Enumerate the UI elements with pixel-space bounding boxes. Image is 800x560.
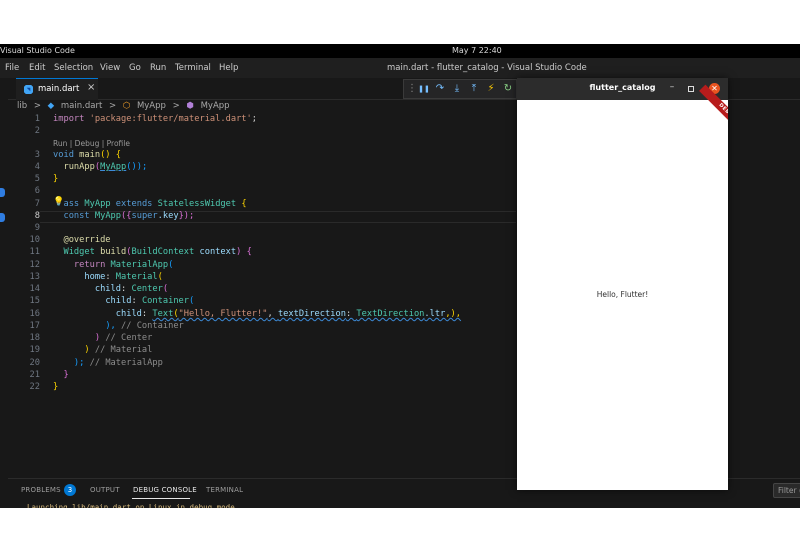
- line-number: 2: [34, 126, 40, 136]
- constructor-icon: ⬢: [186, 101, 194, 111]
- code-line[interactable]: @override: [53, 235, 110, 245]
- activity-indicator[interactable]: [0, 188, 5, 197]
- menu-bar: File Edit Selection View Go Run Terminal…: [0, 58, 800, 78]
- code-line[interactable]: }: [53, 382, 58, 392]
- hot-restart-icon[interactable]: ↻: [502, 83, 514, 94]
- chevron-right-icon: >: [108, 101, 117, 111]
- tab-debug-console[interactable]: DEBUG CONSOLE: [133, 486, 197, 494]
- chevron-right-icon: >: [172, 101, 180, 111]
- menu-selection[interactable]: Selection: [54, 63, 93, 73]
- class-icon: ⬡: [122, 101, 131, 111]
- app-content: DEBUG Hello, Flutter!: [517, 84, 728, 490]
- grip-icon[interactable]: ⋮: [406, 83, 418, 94]
- flutter-app-window[interactable]: flutter_catalog – ✕ DEBUG Hello, Flutter…: [517, 78, 728, 490]
- code-line[interactable]: }: [53, 174, 58, 184]
- step-out-icon[interactable]: ⤒: [468, 83, 480, 94]
- line-number: 11: [29, 247, 40, 257]
- line-number: 9: [34, 223, 40, 233]
- code-line[interactable]: ) // Material: [53, 345, 152, 355]
- codelens-run-debug[interactable]: Run | Debug | Profile: [53, 139, 130, 148]
- line-number: 8: [34, 211, 40, 221]
- maximize-icon[interactable]: [688, 86, 694, 92]
- line-number: 4: [34, 162, 40, 172]
- line-number: 20: [29, 358, 40, 368]
- line-number: 19: [29, 345, 40, 355]
- line-number: 15: [29, 296, 40, 306]
- tab-output[interactable]: OUTPUT: [90, 486, 120, 494]
- breadcrumb-lib[interactable]: lib: [17, 101, 27, 111]
- pause-icon[interactable]: ❚❚: [418, 85, 430, 93]
- menu-run[interactable]: Run: [150, 63, 166, 73]
- hot-reload-icon[interactable]: ⚡: [485, 83, 497, 94]
- menu-go[interactable]: Go: [129, 63, 141, 73]
- line-number: 16: [29, 309, 40, 319]
- dart-file-icon: ◆: [47, 101, 55, 111]
- line-number: 18: [29, 333, 40, 343]
- line-number: 22: [29, 382, 40, 392]
- line-number: 17: [29, 321, 40, 331]
- code-line[interactable]: runApp(MyApp());: [53, 162, 147, 172]
- breadcrumb-file[interactable]: main.dart: [61, 101, 102, 111]
- hello-text: Hello, Flutter!: [596, 290, 649, 299]
- code-line[interactable]: ass MyApp extends StatelessWidget {: [53, 199, 246, 209]
- chevron-right-icon: >: [33, 101, 41, 111]
- step-into-icon[interactable]: ⤓: [451, 83, 463, 94]
- code-line[interactable]: child: Container(: [53, 296, 194, 306]
- code-line[interactable]: ); // MaterialApp: [53, 358, 163, 368]
- line-number: 10: [29, 235, 40, 245]
- tab-problems[interactable]: PROBLEMS: [21, 486, 61, 494]
- page-background: [0, 508, 800, 560]
- code-line[interactable]: import 'package:flutter/material.dart';: [53, 114, 257, 124]
- filter-placeholder: Filter (e.g. text, !exclude): [778, 486, 800, 495]
- menu-file[interactable]: File: [5, 63, 19, 73]
- line-number: 13: [29, 272, 40, 282]
- code-line[interactable]: home: Material(: [53, 272, 162, 282]
- line-number: 21: [29, 370, 40, 380]
- active-tab-indicator: [132, 498, 190, 499]
- system-top-bar: Visual Studio Code May 7 22:40: [0, 44, 800, 58]
- line-number: 5: [34, 174, 40, 184]
- menu-edit[interactable]: Edit: [29, 63, 45, 73]
- dart-file-icon: [24, 85, 33, 94]
- window-title: main.dart - flutter_catalog - Visual Stu…: [387, 63, 587, 73]
- code-line[interactable]: ), // Container: [53, 321, 183, 331]
- window-titlebar[interactable]: flutter_catalog – ✕: [517, 78, 728, 100]
- breadcrumb-class[interactable]: MyApp: [137, 101, 166, 111]
- active-app-name[interactable]: Visual Studio Code: [0, 46, 75, 55]
- menu-view[interactable]: View: [100, 63, 120, 73]
- line-number: 7: [34, 199, 40, 209]
- code-line[interactable]: const MyApp({super.key});: [53, 211, 194, 221]
- breadcrumb-constructor[interactable]: MyApp: [201, 101, 230, 111]
- line-number: 12: [29, 260, 40, 270]
- problems-count-badge: 3: [64, 484, 76, 496]
- code-line[interactable]: child: Text("Hello, Flutter!", textDirec…: [53, 309, 461, 319]
- code-line[interactable]: Widget build(BuildContext context) {: [53, 247, 251, 257]
- minimize-icon[interactable]: –: [667, 82, 677, 92]
- step-over-icon[interactable]: ↷: [434, 83, 446, 94]
- code-line[interactable]: child: Center(: [53, 284, 168, 294]
- line-number: 1: [34, 114, 40, 124]
- line-number: 3: [34, 150, 40, 160]
- tab-label: main.dart: [38, 84, 80, 94]
- line-number: 6: [34, 186, 40, 196]
- code-line[interactable]: void main() {: [53, 150, 121, 160]
- window-title: flutter_catalog: [589, 83, 656, 92]
- filter-input[interactable]: Filter (e.g. text, !exclude): [773, 483, 800, 498]
- code-line[interactable]: return MaterialApp(: [53, 260, 173, 270]
- debug-toolbar: ⋮ ❚❚ ↷ ⤓ ⤒ ⚡ ↻: [403, 79, 517, 99]
- breadcrumb: lib > ◆ main.dart > ⬡ MyApp > ⬢ MyApp: [17, 101, 234, 114]
- code-line[interactable]: }: [53, 370, 68, 380]
- system-clock[interactable]: May 7 22:40: [452, 46, 502, 55]
- code-line[interactable]: ) // Center: [53, 333, 153, 343]
- tab-terminal[interactable]: TERMINAL: [206, 486, 243, 494]
- menu-terminal[interactable]: Terminal: [175, 63, 211, 73]
- close-icon[interactable]: ×: [87, 82, 95, 93]
- activity-bar: [0, 78, 8, 508]
- tab-main-dart[interactable]: main.dart ×: [16, 78, 98, 100]
- line-number: 14: [29, 284, 40, 294]
- activity-indicator[interactable]: [0, 213, 5, 222]
- menu-help[interactable]: Help: [219, 63, 238, 73]
